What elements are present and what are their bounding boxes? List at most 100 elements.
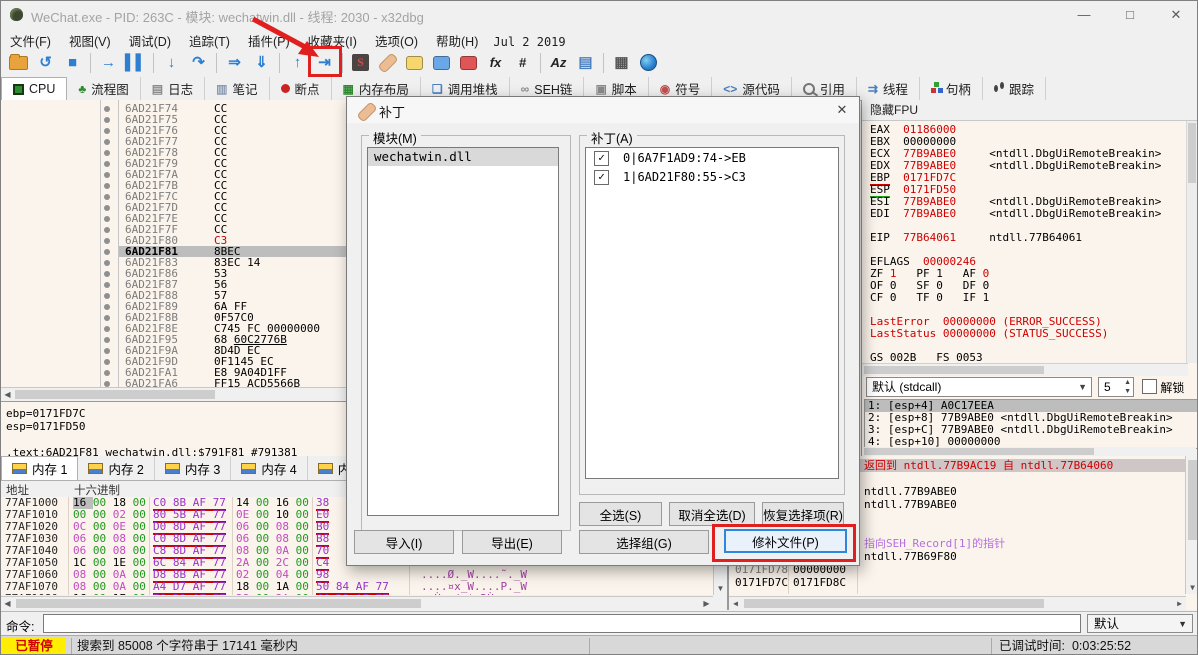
- patch-list-item[interactable]: ✓ 1|6AD21F80:55->C3: [586, 167, 838, 186]
- step-out-icon[interactable]: ⇓: [249, 50, 274, 75]
- maximize-button[interactable]: □: [1107, 1, 1153, 29]
- breakpoint-dot-icon[interactable]: [104, 237, 110, 244]
- breakpoint-dot-icon[interactable]: [104, 325, 110, 332]
- breakpoint-dot-icon[interactable]: [104, 105, 110, 112]
- deselect-all-button[interactable]: 取消全选(D): [669, 502, 755, 526]
- pause-icon[interactable]: ▌▌: [123, 50, 148, 75]
- dump-tab-2[interactable]: 内存 2: [78, 456, 155, 480]
- run-icon[interactable]: →: [96, 50, 121, 75]
- breakpoint-dot-icon[interactable]: [104, 292, 110, 299]
- tab-notes[interactable]: ▥ 笔记: [205, 77, 270, 100]
- tab-threads[interactable]: ⇉ 线程: [857, 77, 920, 100]
- comment-icon[interactable]: [402, 50, 427, 75]
- breakpoint-dot-icon[interactable]: [104, 215, 110, 222]
- breakpoint-dot-icon[interactable]: [104, 358, 110, 365]
- globe-icon[interactable]: [636, 50, 661, 75]
- patch-list[interactable]: ✓ 0|6A7F1AD9:74->EB ✓ 1|6AD21F80:55->C3: [585, 147, 839, 479]
- close-button[interactable]: ✕: [1153, 1, 1197, 29]
- breakpoint-dot-icon[interactable]: [104, 314, 110, 321]
- tab-cpu[interactable]: CPU: [1, 77, 68, 101]
- patch-list-item[interactable]: ✓ 0|6A7F1AD9:74->EB: [586, 148, 838, 167]
- tab-breakpoints[interactable]: 断点: [270, 77, 332, 100]
- breakpoint-dot-icon[interactable]: [104, 281, 110, 288]
- dump-tab-1[interactable]: 内存 1: [1, 456, 79, 480]
- breakpoint-dot-icon[interactable]: [104, 127, 110, 134]
- step-into-icon[interactable]: ↓: [159, 50, 184, 75]
- breakpoint-dot-icon[interactable]: [104, 226, 110, 233]
- disasm-hscrollbar[interactable]: ◀: [1, 387, 349, 401]
- restore-selection-button[interactable]: 恢复选择项(R): [762, 502, 844, 526]
- patch-icon[interactable]: [375, 50, 400, 75]
- module-list[interactable]: wechatwin.dll: [367, 147, 559, 516]
- module-list-item[interactable]: wechatwin.dll: [368, 148, 558, 166]
- strings-icon[interactable]: Az: [546, 50, 571, 75]
- breakpoint-dot-icon[interactable]: [104, 380, 110, 387]
- tab-handles[interactable]: 句柄: [920, 77, 983, 100]
- memory-icon: [12, 463, 27, 474]
- open-file-icon[interactable]: [6, 50, 31, 75]
- checkbox-icon[interactable]: ✓: [594, 169, 609, 185]
- step-over-icon[interactable]: ↷: [186, 50, 211, 75]
- dump-hscrollbar[interactable]: ◀ ▶: [1, 596, 713, 610]
- dump-tab-3[interactable]: 内存 3: [155, 456, 232, 480]
- arguments-hscrollbar[interactable]: [864, 447, 1196, 456]
- export-button[interactable]: 导出(E): [462, 530, 562, 554]
- patch-group-label: 补丁(A): [587, 128, 637, 147]
- stop-icon[interactable]: ■: [60, 50, 85, 75]
- scylla-icon[interactable]: S: [348, 50, 373, 75]
- breakpoint-dot-icon[interactable]: [104, 182, 110, 189]
- arg-depth-spinner[interactable]: 5 ▲ ▼: [1098, 377, 1134, 397]
- run-to-user-code-icon[interactable]: ↑: [285, 50, 310, 75]
- breakpoint-dot-icon[interactable]: [104, 303, 110, 310]
- execute-till-return-icon[interactable]: ⇒: [222, 50, 247, 75]
- tab-label: 跟踪: [1008, 83, 1034, 97]
- breakpoint-dot-icon[interactable]: [104, 259, 110, 266]
- dialog-close-icon[interactable]: ✕: [825, 97, 859, 123]
- unlock-checkbox[interactable]: 解锁: [1142, 379, 1184, 396]
- checkbox-icon[interactable]: ✓: [594, 150, 609, 166]
- function-icon[interactable]: fx: [483, 50, 508, 75]
- breakpoint-dot-icon[interactable]: [104, 369, 110, 376]
- breakpoint-dot-icon[interactable]: [104, 270, 110, 277]
- hash-icon[interactable]: #: [510, 50, 535, 75]
- breakpoint-dot-icon[interactable]: [104, 347, 110, 354]
- breakpoint-dot-icon[interactable]: [104, 149, 110, 156]
- breakpoint-dot-icon[interactable]: [104, 160, 110, 167]
- command-input[interactable]: [43, 614, 1081, 633]
- calculator-icon[interactable]: ▦: [609, 50, 634, 75]
- breakpoint-dot-icon[interactable]: [104, 116, 110, 123]
- command-profile-select[interactable]: 默认 ▼: [1087, 614, 1193, 633]
- breakpoint-dot-icon[interactable]: [104, 248, 110, 255]
- breakpoint-dot-icon[interactable]: [104, 171, 110, 178]
- stack-hscrollbar[interactable]: ◀ ▶: [729, 596, 1186, 610]
- breakpoint-dot-icon[interactable]: [104, 138, 110, 145]
- modules-icon[interactable]: ▤: [573, 50, 598, 75]
- patch-dialog-titlebar[interactable]: 补丁 ✕: [347, 97, 859, 123]
- import-button[interactable]: 导入(I): [354, 530, 454, 554]
- breakpoint-dot-icon[interactable]: [104, 204, 110, 211]
- registers-vscrollbar[interactable]: [1186, 121, 1197, 363]
- hide-fpu-button[interactable]: 隐藏FPU: [862, 100, 1197, 121]
- dump-row[interactable]: 77AF10801C 00 1E 0070 D9 AF 7728 00 2A 0…: [1, 593, 713, 595]
- breakpoint-dot-icon[interactable]: [104, 336, 110, 343]
- tab-log[interactable]: ▤ 日志: [141, 77, 206, 100]
- stack-vscrollbar[interactable]: ▼: [1185, 456, 1197, 594]
- minimize-button[interactable]: —: [1061, 1, 1107, 29]
- patch-file-button[interactable]: 修补文件(P): [724, 529, 847, 553]
- bandaid-icon: [356, 101, 378, 123]
- select-all-button[interactable]: 全选(S): [579, 502, 662, 526]
- bookmark-icon[interactable]: [456, 50, 481, 75]
- registers-hscrollbar[interactable]: [862, 363, 1188, 376]
- stack-row[interactable]: 0171FD7C 0171FD8C: [729, 576, 1185, 589]
- label-icon[interactable]: [429, 50, 454, 75]
- calling-convention-select[interactable]: 默认 (stdcall) ▼: [866, 377, 1092, 397]
- dump-tab-4[interactable]: 内存 4: [231, 456, 308, 480]
- checkbox-icon[interactable]: [1142, 379, 1157, 394]
- tab-trace[interactable]: 跟踪: [983, 77, 1046, 100]
- restart-icon[interactable]: ↺: [33, 50, 58, 75]
- attach-icon[interactable]: ⇥: [312, 50, 337, 75]
- tab-graph[interactable]: ♣ 流程图: [67, 77, 141, 100]
- disassembly-pane[interactable]: 6AD21F74 CC 6AD21F75 CC 6AD21F76 CC 6AD21F77 CC…: [1, 100, 350, 401]
- select-group-button[interactable]: 选择组(G): [579, 530, 709, 554]
- breakpoint-dot-icon[interactable]: [104, 193, 110, 200]
